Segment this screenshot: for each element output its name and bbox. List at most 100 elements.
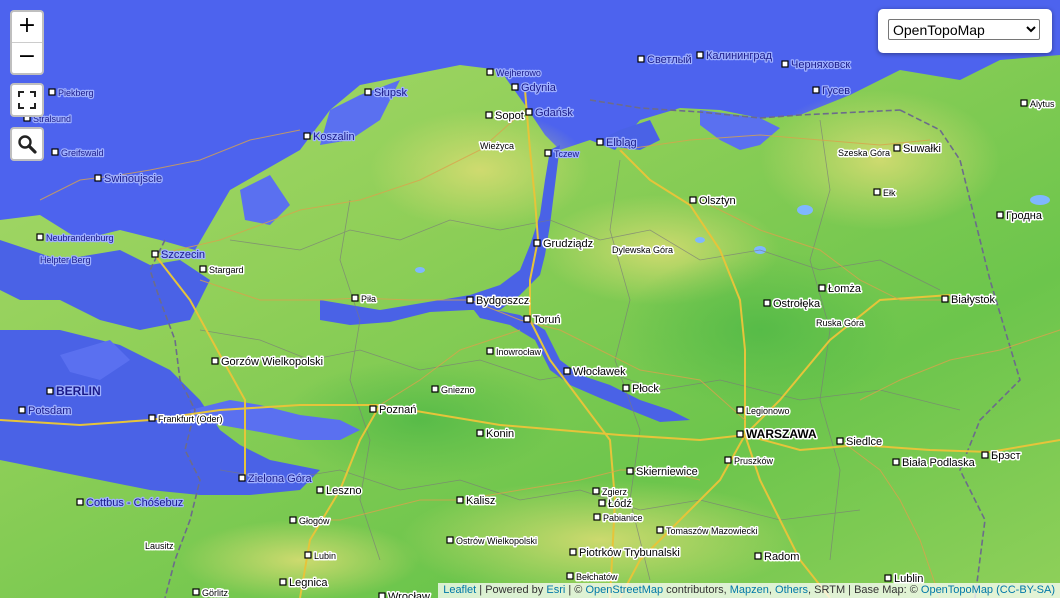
city-dot — [544, 149, 552, 157]
city-dot — [836, 437, 844, 445]
city-label: Łomża — [828, 283, 862, 295]
city-label: Siedlce — [846, 436, 882, 448]
city-label: Görlitz — [202, 588, 229, 598]
city-label: Piekberg — [58, 88, 94, 98]
mapzen-link[interactable]: Mapzen — [730, 584, 769, 596]
city-dot — [736, 406, 744, 414]
fullscreen-icon — [18, 91, 36, 109]
city-dot — [892, 458, 900, 466]
city-marker: Черняховск — [781, 58, 852, 72]
city-dot — [151, 250, 159, 258]
city-dot — [303, 132, 311, 140]
map-canvas[interactable]: PiekbergStralsundGreifswaldSwinoujscieNe… — [0, 0, 1060, 598]
city-label: Suwałki — [903, 143, 941, 155]
city-label: Pruszków — [734, 456, 774, 466]
city-label: Greifswald — [61, 148, 104, 158]
search-button[interactable] — [10, 127, 44, 161]
map-view[interactable]: Piekberg Stralsund Greifswald Swinoujscie Ne… — [0, 0, 1060, 598]
city-dot — [569, 548, 577, 556]
city-dot — [893, 144, 901, 152]
city-dot — [873, 188, 881, 196]
city-marker: Swinoujscie — [94, 172, 163, 186]
city-dot — [626, 467, 634, 475]
city-dot — [622, 384, 630, 392]
city-label: Bydgoszcz — [476, 295, 529, 307]
city-marker: Grudziądz — [533, 237, 595, 252]
city-dot — [696, 51, 704, 59]
city-label: Grudziądz — [543, 238, 593, 250]
city-label: BERLIN — [56, 384, 101, 398]
city-dot — [466, 296, 474, 304]
city-label: Ełk — [883, 188, 896, 198]
city-dot — [563, 367, 571, 375]
city-dot — [511, 83, 519, 91]
city-label: Poznań — [379, 404, 416, 416]
basemap-select[interactable]: OpenTopoMap — [888, 19, 1040, 40]
city-label: Neubrandenburg — [46, 233, 114, 243]
search-icon — [18, 135, 37, 154]
city-label: Ruska Góra — [816, 318, 864, 328]
city-label: Skierniewice — [636, 466, 698, 478]
city-dot — [364, 88, 372, 96]
opentopomap-link[interactable]: OpenTopoMap — [921, 584, 993, 596]
city-label: Ostrołęka — [773, 298, 821, 310]
city-marker: Калининград — [696, 49, 774, 63]
city-marker: Ostrów Wielkopolski — [446, 535, 539, 548]
osm-link[interactable]: OpenStreetMap — [585, 584, 663, 596]
city-dot — [724, 456, 732, 464]
attribution-bar: Leaflet | Powered by Esri | © OpenStreet… — [438, 583, 1060, 598]
fullscreen-button[interactable] — [10, 83, 44, 117]
city-label: Olsztyn — [699, 195, 736, 207]
city-label: Wrocław — [388, 591, 430, 598]
city-label: Białystok — [951, 294, 996, 306]
hill-shade — [370, 110, 590, 230]
city-dot — [689, 196, 697, 204]
city-label: Tczew — [554, 149, 580, 159]
city-marker: Ostrołęka — [763, 297, 822, 312]
city-dot — [533, 239, 541, 247]
city-dot — [486, 347, 494, 355]
city-label: Legnica — [289, 577, 328, 589]
city-dot — [525, 108, 533, 116]
city-dot — [486, 68, 494, 76]
city-marker: BERLIN — [46, 383, 102, 399]
city-dot — [456, 496, 464, 504]
city-dot — [369, 405, 377, 413]
zoom-out-button[interactable]: − — [12, 43, 42, 73]
city-label: Gorzów Wielkopolski — [221, 356, 323, 368]
city-label: Gdynia — [521, 82, 557, 94]
city-dot — [818, 284, 826, 292]
city-label: Inowrocław — [496, 347, 542, 357]
city-dot — [279, 578, 287, 586]
city-label: Гродна — [1006, 210, 1043, 222]
esri-link[interactable]: Esri — [546, 584, 565, 596]
city-label: Toruń — [533, 314, 561, 326]
city-label: Ostrów Wielkopolski — [456, 536, 537, 546]
city-label: Alytus — [1030, 99, 1055, 109]
city-marker: Włocławek — [563, 365, 628, 380]
city-dot — [763, 299, 771, 307]
city-marker: Frankfurt (Oder) — [148, 413, 224, 426]
city-label: Swinoujscie — [104, 173, 162, 185]
city-label: Zielona Góra — [248, 473, 312, 485]
leaflet-link[interactable]: Leaflet — [443, 584, 476, 596]
city-dot — [94, 174, 102, 182]
city-dot — [812, 86, 820, 94]
others-link[interactable]: Others — [775, 584, 808, 596]
city-label: Bełchatów — [576, 572, 618, 582]
city-marker: Светлый — [637, 53, 693, 67]
city-label: Wieżyca — [480, 141, 514, 151]
attribution-text: | Powered by — [476, 584, 547, 596]
city-dot — [884, 574, 892, 582]
city-dot — [523, 315, 531, 323]
city-dot — [304, 551, 312, 559]
city-marker: WARSZAWA — [736, 426, 818, 443]
city-label: Leszno — [326, 485, 361, 497]
city-label: Pabianice — [603, 513, 643, 523]
city-label: Szeska Góra — [838, 148, 890, 158]
city-label: Słupsk — [374, 87, 408, 99]
city-dot — [192, 588, 200, 596]
license-link[interactable]: (CC-BY-SA) — [993, 584, 1055, 596]
city-marker: Piotrków Trybunalski — [569, 546, 681, 561]
zoom-in-button[interactable]: + — [12, 12, 42, 42]
